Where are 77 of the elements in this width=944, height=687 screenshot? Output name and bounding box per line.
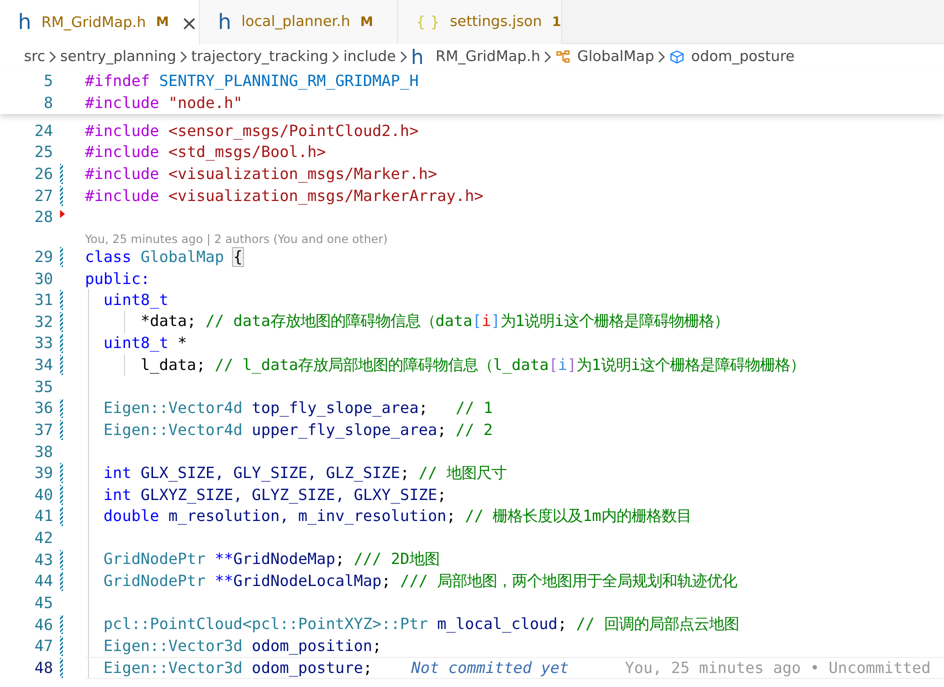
chevron-icon [179,50,188,64]
tab-status-label: M [360,14,374,30]
line-number: 35 [33,378,53,396]
cube-icon [669,49,686,65]
editor-tab[interactable]: h local_planner.h M [200,0,398,44]
line-number: 28 [33,208,53,226]
line-number: 39 [33,464,53,482]
breadcrumb-item[interactable]: odom_posture [691,49,795,65]
class-icon [555,49,572,65]
line-number: 41 [33,507,53,526]
code-line: pcl::PointCloud<pcl::PointXYZ>::Ptr m_local_cloud; // 回调的局部点云地图 [102,614,739,636]
line-number: 48 [33,658,53,677]
line-number: 33 [33,334,53,352]
chevron-icon [331,50,340,64]
tab-status-label: M [156,15,169,30]
line-number: 37 [33,420,53,439]
breadcrumb-item[interactable]: src [24,49,46,65]
file-type-icon: { } [416,14,440,30]
tab-status-label: 1 [552,14,561,30]
line-number: 25 [33,143,53,162]
code-line: int GLX_SIZE, GLY_SIZE, GLZ_SIZE; // 地图尺寸 [102,462,506,484]
code-line: GridNodePtr **GridNodeLocalMap; /// 局部地图，两个地图用于全局规划和轨迹优化 [102,570,738,592]
line-number: 8 [42,94,53,112]
line-number: 32 [33,312,53,331]
line-number: 47 [33,637,53,656]
line-number: 38 [33,442,53,461]
blame-annotation: You, 25 minutes ago • Uncommitted [624,658,931,677]
code-line: int GLXYZ_SIZE, GLYZ_SIZE, GLXY_SIZE; [102,486,446,504]
line-number: 31 [33,291,53,310]
code-line: class GlobalMap { [85,248,243,266]
close-icon[interactable]: × [180,10,198,34]
code-line: uint8_t [102,291,168,310]
line-number: 45 [33,594,53,612]
chevron-icon [543,50,552,64]
code-line: #include <visualization_msgs/MarkerArray.h> [85,186,484,205]
breadcrumb-item[interactable]: trajectory_tracking [191,49,328,65]
code-line: Eigen::Vector4d top_fly_slope_area; // 1 [102,399,493,418]
code-line: #include <sensor_msgs/PointCloud2.h> [85,122,419,140]
line-number: 5 [42,72,53,90]
code-line: public: [85,270,150,288]
line-number: 43 [33,550,53,569]
breadcrumb-item[interactable]: RM_GridMap.h [436,49,540,65]
code-line: #include <visualization_msgs/Marker.h> [85,165,438,184]
file-type-icon: h [218,12,232,32]
line-number: 27 [33,186,53,205]
code-line: Eigen::Vector3d odom_posture; [102,658,372,677]
line-number: 34 [33,356,53,374]
line-number: 24 [33,122,53,140]
code-line: GridNodePtr **GridNodeMap; /// 2D地图 [102,549,440,570]
code-line: double m_resolution, m_inv_resolution; // 栅格长度以及1m内的栅格数目 [102,506,692,527]
code-line: #include "node.h" [85,94,243,112]
chevron-icon [48,50,58,64]
file-type-icon: h [410,47,424,67]
code-line: *data; // data存放地图的障碍物信息（data[i]为1说明i这个栅格是障碍物栅格） [140,311,729,332]
chevron-icon [398,50,408,64]
line-number: 29 [33,248,53,266]
code-line: Eigen::Vector4d upper_fly_slope_area; // 2 [102,420,493,439]
line-number: 46 [33,616,53,634]
editor-tab[interactable]: h RM_GridMap.h M × [0,0,200,45]
line-number: 36 [33,399,53,418]
editor-tab[interactable]: { } settings.json 1 [398,0,562,44]
code-line: #ifndef SENTRY_PLANNING_RM_GRIDMAP_H [85,72,419,90]
breadcrumb-item[interactable]: sentry_planning [60,49,176,65]
line-number: 40 [33,486,53,504]
file-type-icon: h [18,12,32,33]
line-number: 44 [33,572,53,590]
code-line: Eigen::Vector3d odom_position; [102,637,382,656]
line-number: 42 [33,529,53,548]
breadcrumb-item[interactable]: GlobalMap [577,49,654,65]
chevron-icon [657,50,666,64]
line-number: 30 [33,270,53,288]
code-line: uint8_t * [102,334,187,352]
line-number: 26 [33,165,53,184]
code-line: #include <std_msgs/Bool.h> [85,143,326,162]
code-line: l_data; // l_data存放局部地图的障碍物信息（l_data[i]为1说明i这个栅格是障碍物栅格） [140,354,806,376]
inline-hint: Not committed yet [411,658,569,677]
breadcrumb-item[interactable]: include [343,49,396,65]
